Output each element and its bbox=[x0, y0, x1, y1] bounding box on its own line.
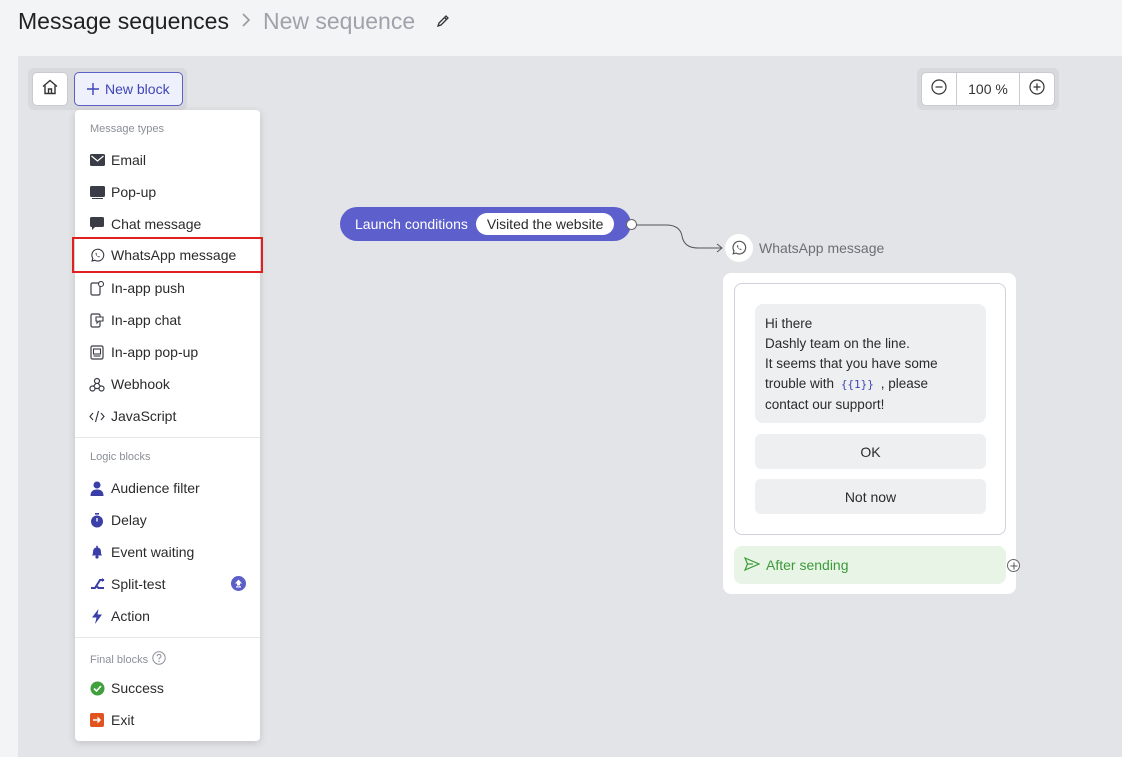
whatsapp-icon bbox=[725, 234, 753, 262]
menu-item-webhook[interactable]: Webhook bbox=[75, 369, 260, 399]
menu-item-chat-message[interactable]: Chat message bbox=[75, 209, 260, 239]
menu-item-delay[interactable]: Delay bbox=[75, 505, 260, 535]
menu-item-whatsapp-message[interactable]: WhatsApp message bbox=[72, 237, 263, 273]
menu-item-label: Split-test bbox=[111, 576, 166, 592]
new-block-label: New block bbox=[105, 81, 170, 97]
menu-item-label: Success bbox=[111, 680, 164, 696]
logic-blocks-heading: Logic blocks bbox=[90, 451, 151, 463]
menu-item-label: Action bbox=[111, 608, 150, 624]
message-line: It seems that you have some bbox=[765, 356, 938, 371]
home-icon bbox=[41, 78, 59, 101]
menu-item-popup[interactable]: Pop-up bbox=[75, 177, 260, 207]
new-block-button[interactable]: New block bbox=[74, 72, 183, 106]
menu-item-label: Webhook bbox=[111, 376, 170, 392]
message-preview[interactable]: Hi there Dashly team on the line. It see… bbox=[734, 283, 1006, 535]
popup-icon bbox=[89, 184, 105, 200]
plus-icon bbox=[87, 80, 99, 98]
quick-reply-ok[interactable]: OK bbox=[755, 434, 986, 469]
whatsapp-block-header: WhatsApp message bbox=[725, 234, 884, 262]
zoom-level: 100 % bbox=[957, 72, 1019, 106]
menu-item-label: In-app pop-up bbox=[111, 344, 199, 360]
mobile-chat-icon bbox=[89, 312, 105, 328]
final-blocks-label: Final blocks bbox=[90, 653, 149, 666]
quick-reply-not-now[interactable]: Not now bbox=[755, 479, 986, 514]
exit-icon bbox=[89, 712, 105, 728]
menu-item-email[interactable]: Email bbox=[75, 145, 260, 175]
menu-item-label: In-app push bbox=[111, 280, 185, 296]
pencil-icon[interactable] bbox=[435, 13, 451, 29]
template-variable: {{1}} bbox=[840, 378, 874, 391]
breadcrumb-parent[interactable]: Message sequences bbox=[18, 8, 229, 35]
menu-item-in-app-push[interactable]: In-app push bbox=[75, 273, 260, 303]
zoom-out-icon bbox=[931, 78, 947, 100]
menu-item-label: WhatsApp message bbox=[111, 247, 237, 263]
menu-item-in-app-popup[interactable]: In-app pop-up bbox=[75, 337, 260, 367]
code-icon bbox=[89, 408, 105, 424]
message-line: contact our support! bbox=[765, 397, 885, 412]
help-icon[interactable] bbox=[152, 651, 166, 668]
after-sending-branch[interactable]: After sending bbox=[734, 546, 1006, 584]
menu-item-javascript[interactable]: JavaScript bbox=[75, 401, 260, 431]
zoom-toolbar: 100 % bbox=[917, 68, 1059, 110]
launch-conditions-label: Launch conditions bbox=[355, 216, 468, 232]
menu-item-label: Event waiting bbox=[111, 544, 195, 560]
zoom-in-button[interactable] bbox=[1019, 72, 1055, 106]
menu-item-success[interactable]: Success bbox=[75, 673, 260, 703]
menu-item-action[interactable]: Action bbox=[75, 601, 260, 631]
mobile-popup-icon bbox=[89, 344, 105, 360]
page-header: Message sequences New sequence bbox=[18, 6, 451, 36]
after-sending-label: After sending bbox=[766, 557, 849, 573]
split-icon bbox=[89, 576, 105, 592]
check-circle-icon bbox=[89, 680, 105, 696]
zoom-in-icon bbox=[1029, 78, 1045, 100]
message-types-heading: Message types bbox=[90, 123, 164, 135]
menu-item-label: Email bbox=[111, 152, 147, 168]
bell-icon bbox=[89, 544, 105, 560]
connector-line bbox=[636, 224, 723, 253]
menu-item-label: Chat message bbox=[111, 216, 202, 232]
zoom-out-button[interactable] bbox=[921, 72, 957, 106]
menu-item-label: In-app chat bbox=[111, 312, 182, 328]
mobile-push-icon bbox=[89, 280, 105, 296]
add-connection-icon[interactable] bbox=[1007, 559, 1020, 572]
block-title: WhatsApp message bbox=[759, 240, 885, 256]
menu-item-event-waiting[interactable]: Event waiting bbox=[75, 537, 260, 567]
final-blocks-heading: Final blocks bbox=[90, 651, 166, 668]
launch-conditions-node[interactable]: Launch conditions Visited the website bbox=[340, 207, 631, 241]
send-icon bbox=[743, 556, 761, 574]
message-bubble: Hi there Dashly team on the line. It see… bbox=[755, 304, 986, 423]
webhook-icon bbox=[89, 376, 105, 392]
lightning-icon bbox=[89, 608, 105, 624]
message-line: trouble with {{1}} , please bbox=[765, 374, 976, 395]
message-line: Hi there bbox=[765, 316, 813, 331]
chat-bubble-icon bbox=[89, 216, 105, 232]
menu-item-label: Exit bbox=[111, 712, 135, 728]
menu-item-exit[interactable]: Exit bbox=[75, 705, 260, 735]
menu-item-in-app-chat[interactable]: In-app chat bbox=[75, 305, 260, 335]
message-text: trouble with bbox=[765, 376, 835, 391]
menu-item-split-test[interactable]: Split-test bbox=[75, 569, 260, 599]
canvas-toolbar: New block bbox=[28, 68, 187, 110]
menu-item-label: Pop-up bbox=[111, 184, 157, 200]
breadcrumb-current: New sequence bbox=[262, 7, 416, 34]
message-text: , please bbox=[880, 376, 928, 391]
menu-item-label: Delay bbox=[111, 512, 147, 528]
whatsapp-icon bbox=[89, 247, 105, 263]
launch-condition-pill[interactable]: Visited the website bbox=[475, 213, 615, 235]
stopwatch-icon bbox=[89, 512, 105, 528]
new-block-menu: Message types Email Pop-up Chat message … bbox=[72, 110, 263, 741]
menu-divider bbox=[75, 437, 260, 438]
menu-item-label: JavaScript bbox=[111, 408, 177, 424]
menu-item-label: Audience filter bbox=[111, 480, 200, 496]
message-line: Dashly team on the line. bbox=[765, 336, 910, 351]
home-button[interactable] bbox=[32, 72, 68, 106]
whatsapp-message-block[interactable]: Hi there Dashly team on the line. It see… bbox=[723, 273, 1016, 594]
menu-item-audience-filter[interactable]: Audience filter bbox=[75, 473, 260, 503]
menu-divider bbox=[75, 637, 260, 638]
upgrade-icon bbox=[231, 576, 246, 591]
breadcrumb-separator-icon bbox=[241, 8, 251, 34]
envelope-icon bbox=[89, 152, 105, 168]
person-icon bbox=[89, 480, 105, 496]
